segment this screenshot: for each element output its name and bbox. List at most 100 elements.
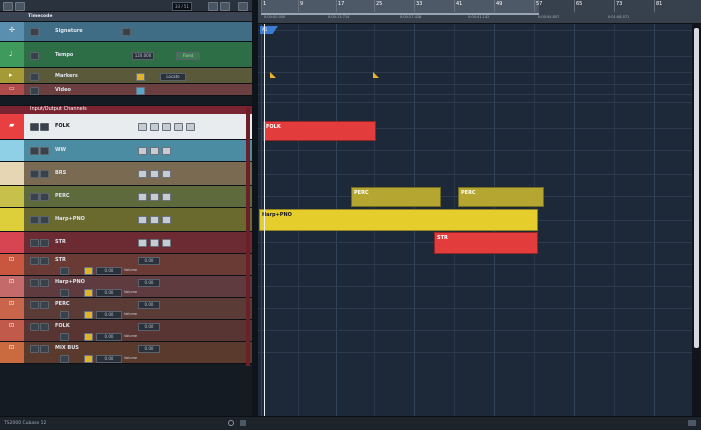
track-video[interactable]: ▭ Video: [0, 84, 252, 96]
zoom-icon[interactable]: [688, 420, 696, 426]
read-button[interactable]: [138, 239, 147, 247]
track-markers[interactable]: ▸ Markers Locate: [0, 68, 252, 84]
mute-button[interactable]: [30, 279, 39, 287]
marker-locate-select[interactable]: Locate: [160, 73, 186, 81]
folder-button[interactable]: [15, 2, 25, 11]
timeline-ruler[interactable]: 1 9 17 25 33 41 49 57 65 73 81 0:00:00.0…: [258, 0, 701, 24]
solo-button[interactable]: [40, 257, 49, 265]
edit-button[interactable]: [162, 193, 171, 201]
add-track-button[interactable]: [3, 2, 13, 11]
mute-button[interactable]: [30, 239, 39, 247]
marker-add-button[interactable]: [136, 73, 145, 81]
read-button[interactable]: [138, 170, 147, 178]
read-button[interactable]: [60, 333, 69, 341]
project-area[interactable]: A1 FOLK PERC PERC Harp+PNO STR: [258, 24, 692, 416]
volume-value[interactable]: 0.00: [96, 333, 122, 341]
volume-value[interactable]: 0.00: [138, 279, 160, 287]
mute-button[interactable]: [30, 170, 39, 178]
edit-button[interactable]: [162, 147, 171, 155]
edit-button[interactable]: [162, 239, 171, 247]
marker-flag[interactable]: [270, 72, 276, 78]
track-str[interactable]: STR: [0, 232, 252, 254]
read-button[interactable]: [138, 123, 147, 131]
mute-button[interactable]: [30, 73, 39, 81]
mute-button[interactable]: [30, 87, 39, 95]
track-timecode[interactable]: Timecode: [0, 12, 252, 22]
track-output-harp-pno[interactable]: ⊡ Harp+PNO 0.00 0.00 Volume: [0, 276, 252, 298]
tempo-mode-select[interactable]: Fixed: [176, 52, 200, 60]
lock-button[interactable]: [122, 28, 131, 36]
settings-icon[interactable]: [220, 2, 230, 11]
scrollbar-thumb[interactable]: [694, 28, 699, 348]
part-perc-1[interactable]: PERC: [351, 187, 441, 207]
track-io-group[interactable]: Input/Output Channels: [0, 106, 252, 114]
edit-button[interactable]: [162, 170, 171, 178]
volume-value[interactable]: 0.00: [96, 289, 122, 297]
track-output-folk[interactable]: ⊡ FOLK 0.00 0.00 Volume: [0, 320, 252, 342]
mute-button[interactable]: [30, 345, 39, 353]
read-button[interactable]: [60, 267, 69, 275]
track-output-str[interactable]: ⊡ STR 0.00 0.00 Volume: [0, 254, 252, 276]
write-button[interactable]: [150, 123, 159, 131]
write-button[interactable]: [150, 147, 159, 155]
automation-button[interactable]: [84, 333, 93, 341]
part-folk[interactable]: FOLK: [263, 121, 376, 141]
edit-button[interactable]: [162, 216, 171, 224]
solo-button[interactable]: [40, 170, 49, 178]
track-output-perc[interactable]: ⊡ PERC 0.00 0.00 Volume: [0, 298, 252, 320]
volume-value[interactable]: 0.00: [138, 345, 160, 353]
track-mix-bus[interactable]: ⊡ MIX BUS 0.00 0.00 Volume: [0, 342, 252, 364]
volume-value[interactable]: 0.00: [96, 267, 122, 275]
write-button[interactable]: [150, 216, 159, 224]
part-perc-2[interactable]: PERC: [458, 187, 544, 207]
sync-button[interactable]: [208, 2, 218, 11]
track-ww[interactable]: WW: [0, 140, 252, 162]
track-perc[interactable]: PERC: [0, 186, 252, 208]
mute-button[interactable]: [30, 193, 39, 201]
volume-value[interactable]: 0.00: [96, 311, 122, 319]
track-harp-pno[interactable]: Harp+PNO: [0, 208, 252, 232]
settings-icon[interactable]: [240, 420, 246, 426]
marker-flag[interactable]: [373, 72, 379, 78]
solo-button[interactable]: [40, 147, 49, 155]
add-icon[interactable]: [228, 420, 234, 426]
tempo-value[interactable]: 120.000: [132, 52, 154, 60]
write-button[interactable]: [150, 170, 159, 178]
read-button[interactable]: [60, 311, 69, 319]
mute-button[interactable]: [30, 52, 39, 60]
write-button[interactable]: [150, 193, 159, 201]
solo-button[interactable]: [40, 239, 49, 247]
mute-button[interactable]: [30, 323, 39, 331]
mute-button[interactable]: [30, 147, 39, 155]
mute-button[interactable]: [30, 28, 39, 36]
playback-cursor[interactable]: [264, 24, 265, 416]
monitor-button[interactable]: [186, 123, 195, 131]
read-button[interactable]: [60, 355, 69, 363]
track-signature[interactable]: ✢ Signature: [0, 22, 252, 42]
automation-button[interactable]: [84, 267, 93, 275]
mute-button[interactable]: [30, 216, 39, 224]
automation-button[interactable]: [84, 289, 93, 297]
mute-button[interactable]: [30, 123, 39, 131]
read-button[interactable]: [138, 147, 147, 155]
edit-button[interactable]: [162, 123, 171, 131]
solo-button[interactable]: [40, 279, 49, 287]
read-button[interactable]: [138, 216, 147, 224]
track-list-scrollbar[interactable]: [246, 108, 250, 366]
part-str[interactable]: STR: [434, 232, 538, 254]
solo-button[interactable]: [40, 345, 49, 353]
lock-button[interactable]: [174, 123, 183, 131]
read-button[interactable]: [60, 289, 69, 297]
track-tempo[interactable]: ♩ Tempo 120.000 Fixed: [0, 42, 252, 68]
solo-button[interactable]: [40, 123, 49, 131]
write-button[interactable]: [150, 239, 159, 247]
volume-value[interactable]: 0.00: [138, 257, 160, 265]
solo-button[interactable]: [40, 193, 49, 201]
volume-value[interactable]: 0.00: [138, 301, 160, 309]
volume-value[interactable]: 0.00: [138, 323, 160, 331]
arranger-tag[interactable]: A1: [260, 26, 278, 34]
video-thumb-button[interactable]: [136, 87, 145, 95]
automation-button[interactable]: [84, 311, 93, 319]
volume-value[interactable]: 0.00: [96, 355, 122, 363]
visibility-icon[interactable]: [238, 2, 248, 11]
